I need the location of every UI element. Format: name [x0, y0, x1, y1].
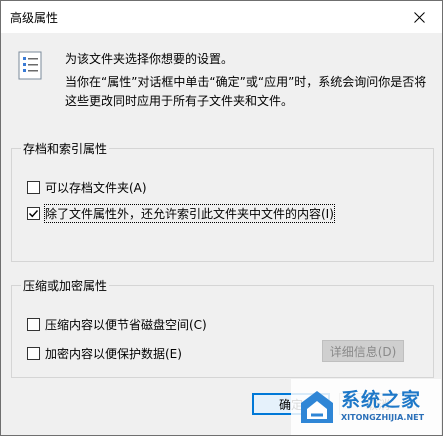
description-line-2: 当你在“属性”对话框中单击“确定”或“应用”时，系统会询问你是否将这些更改同时应… — [65, 75, 427, 108]
settings-document-icon — [18, 51, 42, 80]
encrypt-checkbox-label: 加密内容以便保护数据(E) — [45, 347, 182, 361]
archive-checkbox[interactable] — [27, 181, 40, 194]
index-checkbox[interactable] — [27, 207, 40, 220]
compress-checkbox[interactable] — [27, 318, 40, 331]
description-line-1: 为该文件夹选择你想要的设置。 — [65, 52, 234, 66]
watermark-text: 系统之家 — [341, 389, 422, 411]
advanced-attributes-dialog: 高级属性 为该文件夹选择你想要的设置。 当你在“属性”对话框中单击“确定”或“应… — [0, 0, 443, 436]
archive-index-group-title: 存档和索引属性 — [21, 140, 110, 157]
compress-checkbox-row[interactable]: 压缩内容以便节省磁盘空间(C) — [27, 316, 207, 333]
dialog-title: 高级属性 — [10, 11, 59, 25]
compress-checkbox-label: 压缩内容以便节省磁盘空间(C) — [45, 318, 207, 332]
compress-encrypt-group-title: 压缩或加密属性 — [21, 277, 110, 294]
close-button[interactable] — [396, 1, 442, 33]
encrypt-checkbox-row[interactable]: 加密内容以便保护数据(E) — [27, 345, 182, 362]
index-checkbox-row[interactable]: 除了文件属性外，还允许索引此文件夹中文件的内容(I) — [27, 204, 335, 223]
index-checkbox-label: 除了文件属性外，还允许索引此文件夹中文件的内容(I) — [44, 204, 335, 223]
watermark-logo-icon — [301, 391, 333, 423]
archive-checkbox-label: 可以存档文件夹(A) — [45, 181, 147, 195]
title-bar: 高级属性 — [1, 1, 442, 33]
close-icon — [413, 11, 425, 23]
watermark-subtext: XITONGZHIJIA.NET — [341, 413, 425, 422]
site-watermark: 系统之家 XITONGZHIJIA.NET — [291, 379, 441, 435]
checkmark-icon — [29, 210, 39, 218]
archive-checkbox-row[interactable]: 可以存档文件夹(A) — [27, 179, 147, 196]
details-button[interactable]: 详细信息(D) — [322, 340, 404, 362]
encrypt-checkbox[interactable] — [27, 347, 40, 360]
